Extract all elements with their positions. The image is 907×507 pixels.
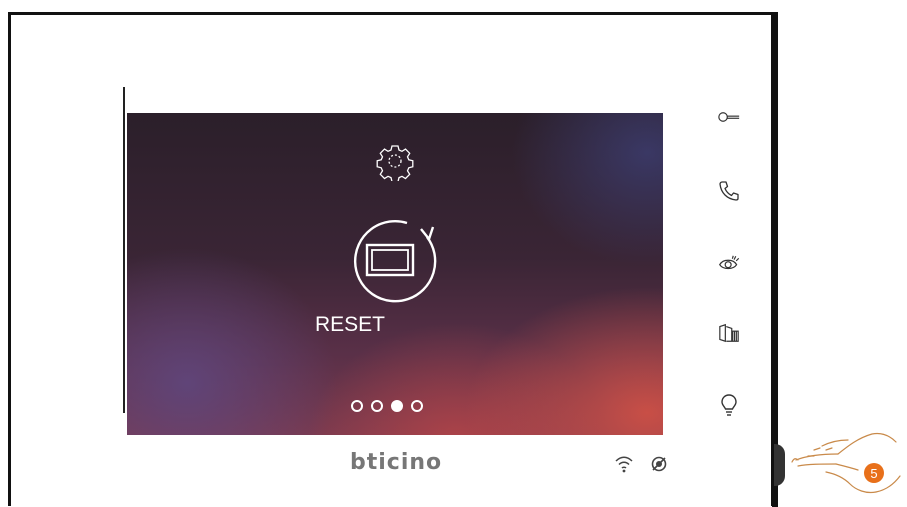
wifi-icon	[615, 456, 633, 473]
key-button[interactable]	[718, 106, 740, 128]
reset-icon[interactable]	[345, 217, 445, 307]
pagination-dots	[351, 400, 423, 412]
key-icon	[718, 112, 740, 122]
pointing-hand-icon: 5	[791, 432, 901, 494]
eye-icon	[718, 255, 740, 270]
call-button[interactable]	[718, 180, 740, 202]
reset-label[interactable]: RESET	[127, 313, 618, 337]
camera-view-button[interactable]	[718, 252, 740, 274]
lightbulb-icon	[721, 394, 737, 416]
display-screen: RESET	[127, 113, 663, 435]
page-dot[interactable]	[411, 400, 423, 412]
step-number: 5	[870, 466, 877, 481]
page-dot-active[interactable]	[391, 400, 403, 412]
door-building-icon	[719, 323, 739, 343]
page-dot[interactable]	[351, 400, 363, 412]
brand-logo: bticino	[350, 450, 443, 475]
mute-icon	[651, 456, 667, 472]
phone-icon	[719, 181, 739, 201]
side-button[interactable]	[774, 444, 785, 486]
light-button[interactable]	[718, 394, 740, 416]
page-dot[interactable]	[371, 400, 383, 412]
door-button[interactable]	[718, 322, 740, 344]
device-edge	[772, 12, 778, 507]
gear-icon[interactable]	[375, 141, 415, 181]
